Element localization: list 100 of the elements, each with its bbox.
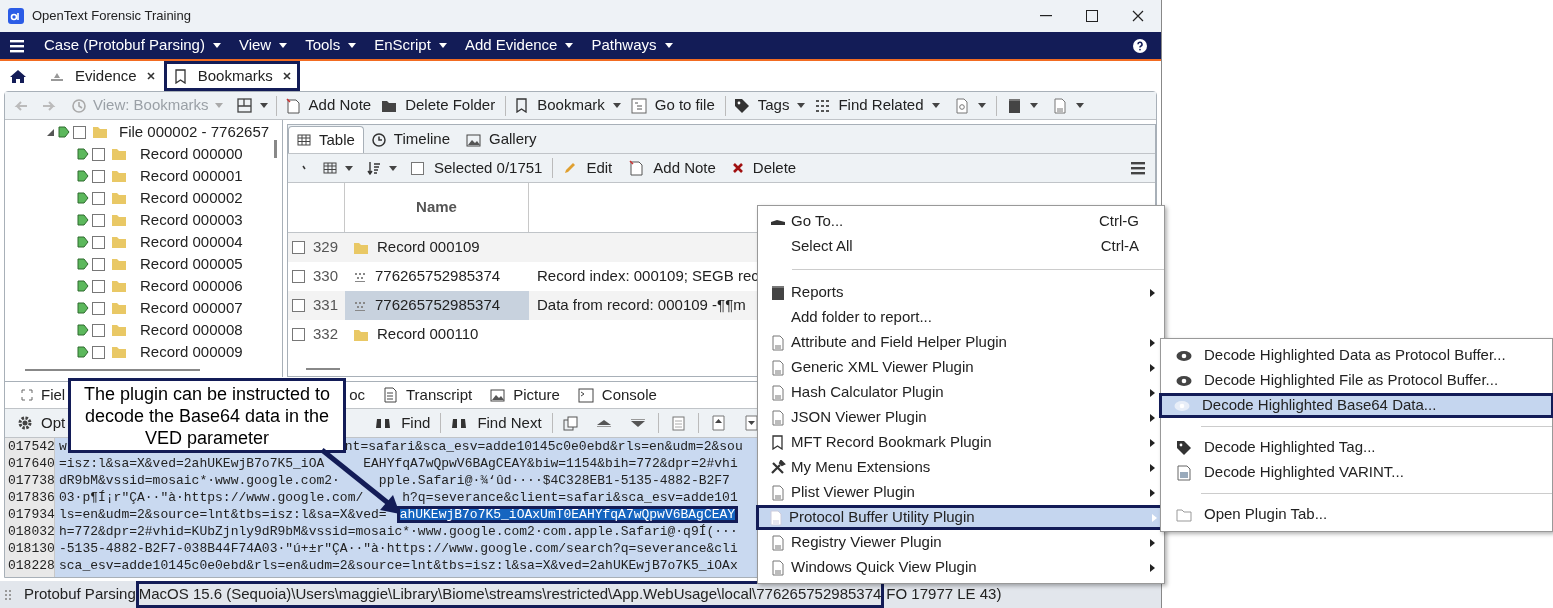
toolbar-button[interactable]: Go to file <box>630 94 715 117</box>
checkbox[interactable] <box>92 345 105 359</box>
hex-text: dR9bM&vssid=mosaic*·www.google.com2· <box>59 472 340 489</box>
checkbox[interactable] <box>292 328 305 341</box>
toolbar-button[interactable]: Find Next <box>451 411 542 435</box>
tab[interactable]: Evidence <box>40 61 164 91</box>
tab[interactable]: Timeline <box>363 126 458 153</box>
submenu-arrow-icon <box>1150 438 1155 447</box>
tab[interactable]: oc <box>349 383 365 407</box>
checkbox[interactable] <box>92 257 105 271</box>
menu-item[interactable]: EnScript <box>374 34 447 57</box>
document-icon <box>1176 464 1192 481</box>
menu-item[interactable]: Decode Highlighted Data as Protocol Buffer... <box>1161 343 1552 368</box>
menu-item[interactable]: View <box>238 34 288 57</box>
tree-item[interactable]: Record 000009 <box>140 340 243 364</box>
tab[interactable]: Table <box>288 126 364 153</box>
scrollbar[interactable] <box>25 369 200 371</box>
toolbar-button[interactable]: Edit <box>563 156 613 180</box>
hex-text: sca_esv=adde10145c0e0ebd&rls=en&udm=2&source=lnt&tbs=isz:l&sa=X&ved=2ahUKEwjB7o7K5_iOAx <box>59 557 738 574</box>
checkbox[interactable] <box>92 169 105 183</box>
tree-item[interactable]: Record 000003 <box>140 208 243 232</box>
checkbox[interactable] <box>92 191 105 205</box>
toolbar-button[interactable]: Find <box>375 411 431 435</box>
menu-item[interactable]: Case (Protobuf Parsing) <box>44 34 221 57</box>
document-icon <box>769 359 786 376</box>
tag-icon <box>77 345 89 359</box>
table-cell[interactable]: Record 000110 <box>345 320 529 349</box>
menu-item[interactable]: Pathways <box>591 34 673 57</box>
table-cell[interactable]: 776265752985374 <box>345 262 529 291</box>
folder-icon <box>111 256 127 272</box>
column-header[interactable]: Name <box>345 183 529 232</box>
toolbar-button[interactable]: Add Note <box>284 94 372 117</box>
menu-item[interactable]: Generic XML Viewer Plugin <box>758 355 1164 380</box>
picture-icon <box>490 388 506 402</box>
menu-item[interactable]: Decode Highlighted File as Protocol Buffer... <box>1161 368 1552 393</box>
tab[interactable]: Picture <box>490 383 560 407</box>
caret-icon <box>279 43 288 48</box>
tree-item[interactable]: Record 000008 <box>140 318 243 342</box>
tab[interactable]: Transcript <box>383 383 473 407</box>
checkbox[interactable] <box>92 323 105 337</box>
checkbox[interactable] <box>292 270 305 283</box>
toolbar-button[interactable]: Find Related <box>815 94 940 117</box>
tree-item[interactable]: Record 000000 <box>140 142 243 166</box>
document-search-icon <box>953 97 970 114</box>
up-icon <box>595 418 612 428</box>
table-cell[interactable]: Record 000109 <box>345 233 529 262</box>
menu-item[interactable]: Add folder to report... <box>758 305 1164 330</box>
scrollbar[interactable] <box>274 140 277 158</box>
toolbar-button[interactable]: Delete <box>731 156 797 180</box>
checkbox[interactable] <box>92 147 105 161</box>
checkbox[interactable] <box>73 125 86 139</box>
window-title: OpenText Forensic Training <box>32 7 191 26</box>
checkbox[interactable] <box>292 241 305 254</box>
menu-item[interactable]: My Menu Extensions <box>758 455 1164 480</box>
options-button[interactable]: Opt <box>17 411 66 435</box>
checkbox[interactable] <box>92 235 105 249</box>
checkbox[interactable] <box>92 279 105 293</box>
menu-item[interactable]: Reports <box>758 280 1164 305</box>
toolbar-button[interactable]: Add Note <box>628 156 716 180</box>
checkbox[interactable] <box>92 213 105 227</box>
menu-item[interactable]: Tools <box>305 34 357 57</box>
note-icon <box>628 160 645 176</box>
tab[interactable]: Console <box>577 383 657 407</box>
offset-label: 018032 <box>8 523 55 540</box>
tab[interactable]: Gallery <box>458 126 545 153</box>
toolbar-button[interactable]: Delete Folder <box>381 94 496 117</box>
menu-item[interactable]: Select All Ctrl-A <box>758 234 1164 259</box>
tree-item[interactable]: Record 000006 <box>140 274 243 298</box>
bookmark-icon <box>172 68 188 84</box>
scrollbar[interactable] <box>306 368 340 370</box>
menu-item[interactable]: Decode Highlighted Base64 Data... <box>1159 393 1553 418</box>
fields-icon <box>21 389 33 401</box>
expand-arrow-icon[interactable] <box>45 128 55 136</box>
table-cell[interactable]: 776265752985374 <box>345 291 529 320</box>
app-logo-icon <box>8 8 24 24</box>
back-arrow-icon <box>13 98 29 113</box>
menu-item[interactable]: Add Evidence <box>464 34 574 57</box>
tab[interactable]: Fiel <box>21 383 66 407</box>
menu-item[interactable]: Windows Quick View Plugin <box>758 555 1164 580</box>
tree-item[interactable]: Record 000005 <box>140 252 243 276</box>
menu-item[interactable]: Plist Viewer Plugin <box>758 480 1164 505</box>
tab[interactable]: Bookmarks <box>163 61 300 91</box>
tree-item[interactable]: Record 000001 <box>140 164 243 188</box>
menu-item[interactable]: Attribute and Field Helper Plugin <box>758 330 1164 355</box>
checkbox[interactable] <box>292 299 305 312</box>
caret-icon <box>797 103 806 108</box>
menu-item[interactable]: MFT Record Bookmark Plugin <box>758 430 1164 455</box>
status-text: Protobuf Parsing <box>24 584 136 605</box>
tree-item[interactable]: Record 000002 <box>140 186 243 210</box>
menu-item[interactable]: Registry Viewer Plugin <box>758 530 1164 555</box>
menu-item[interactable]: Decode Highlighted VARINT... <box>1161 460 1552 485</box>
menu-item[interactable]: Go To... Ctrl-G <box>758 209 1164 234</box>
tree-item[interactable]: File 000002 - 7762657 <box>119 120 270 144</box>
checkbox[interactable] <box>92 301 105 315</box>
history-icon <box>71 97 87 114</box>
menu-item[interactable]: Decode Highlighted Tag... <box>1161 435 1552 460</box>
tree-item[interactable]: Record 000007 <box>140 296 243 320</box>
toolbar-button[interactable]: Bookmark <box>514 94 621 117</box>
tree-item[interactable]: Record 000004 <box>140 230 243 254</box>
toolbar-button[interactable]: Tags <box>733 94 806 117</box>
